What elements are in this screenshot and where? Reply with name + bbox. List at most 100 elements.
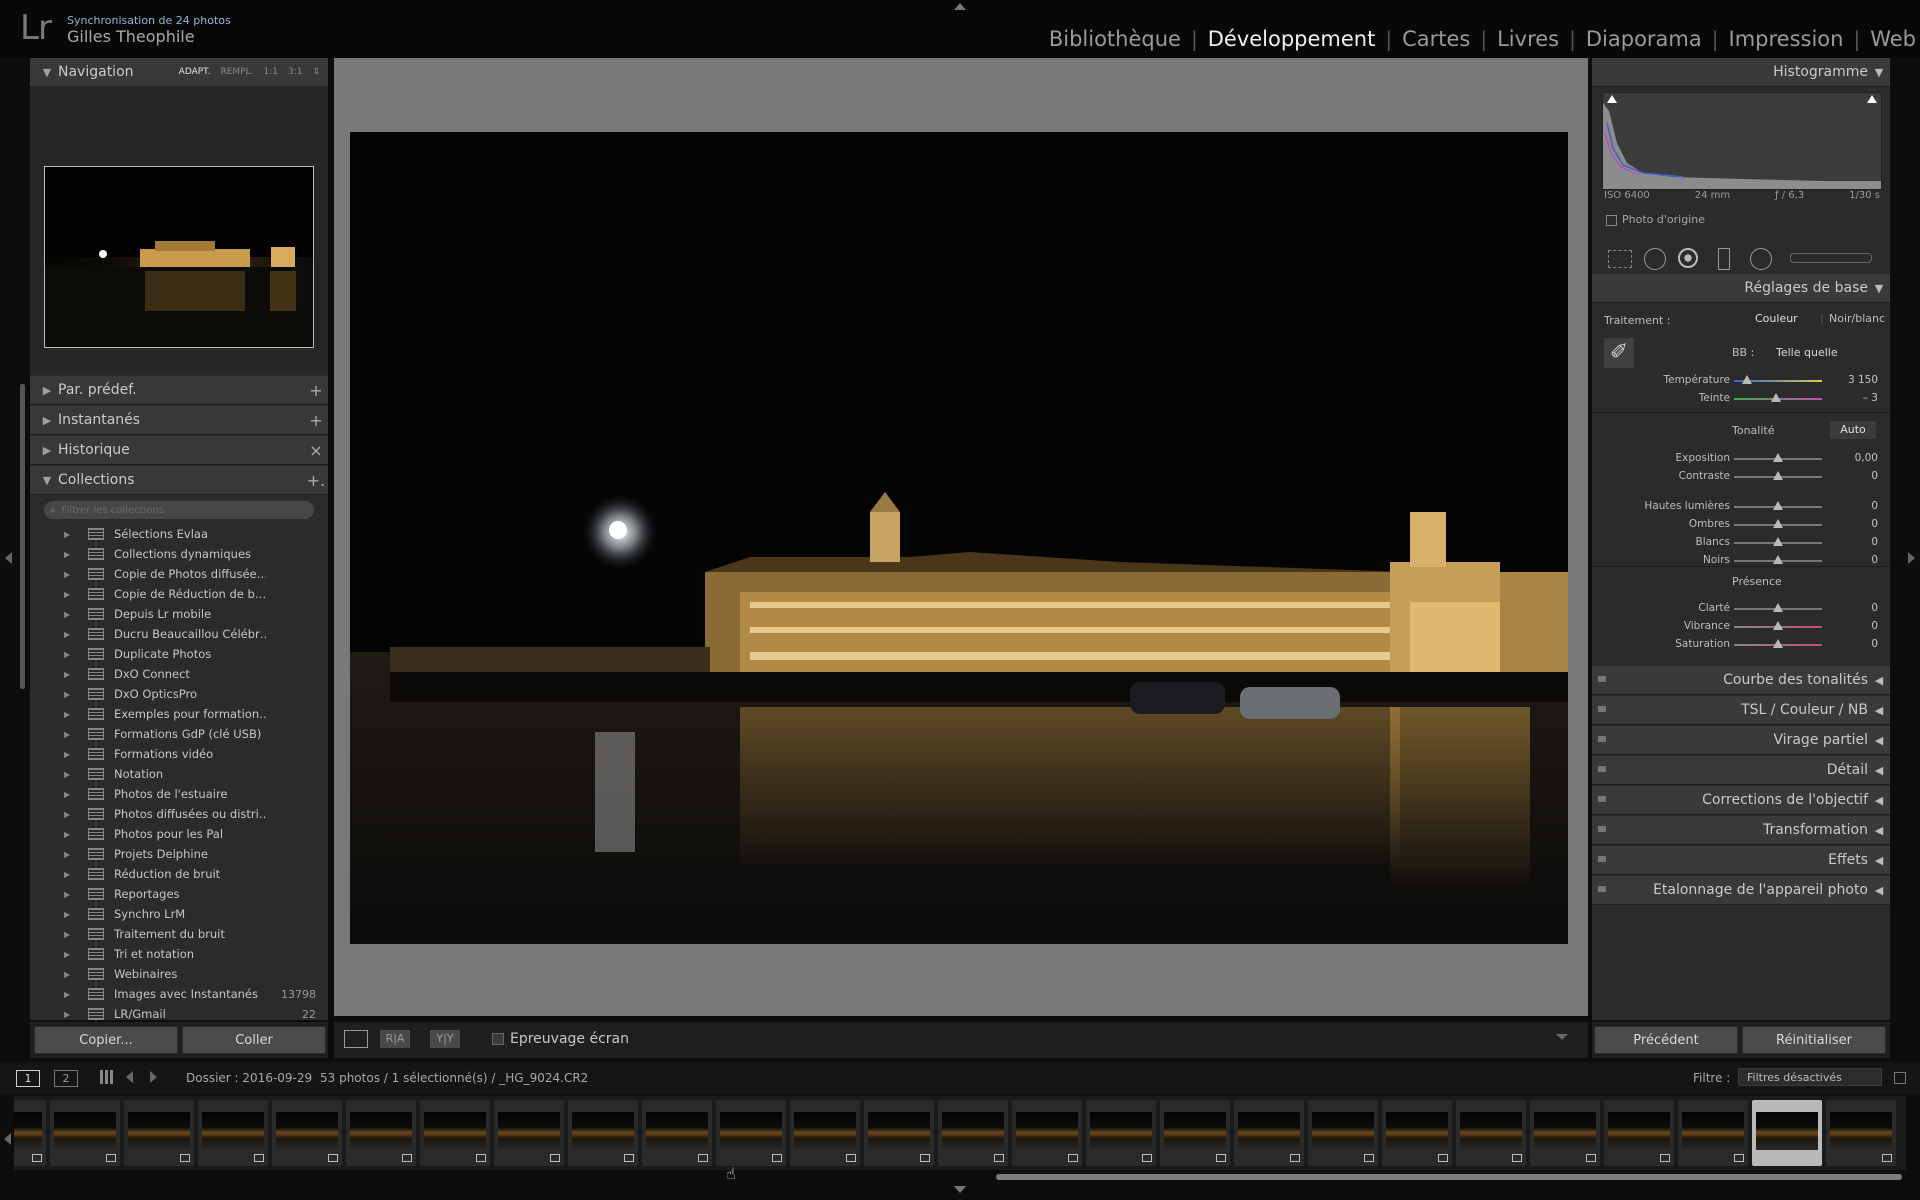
sync-status[interactable]: Synchronisation de 24 photos [67, 14, 231, 27]
collection-item[interactable]: ▶ Ducru Beaucaillou Célébr… [30, 624, 328, 644]
eyedropper-icon[interactable]: ✐ [1604, 338, 1634, 368]
treatment-color-option[interactable]: Couleur [1755, 312, 1798, 325]
histogram[interactable] [1602, 92, 1882, 190]
clear-history-icon[interactable]: × [304, 441, 328, 460]
panel-header[interactable]: TSL / Couleur / NB ◀ [1592, 696, 1890, 725]
expand-arrow-icon[interactable]: ▶ [64, 950, 74, 959]
collection-item[interactable]: ▶ Réduction de bruit [30, 864, 328, 884]
expand-arrow-icon[interactable]: ▶ [64, 710, 74, 719]
main-photo[interactable] [350, 132, 1568, 944]
slider-knob[interactable] [1773, 453, 1783, 462]
expand-arrow-icon[interactable]: ◀ [1868, 854, 1890, 867]
collection-item[interactable]: ▶ Images avec Instantanés 13798 [30, 984, 328, 1004]
basic-header[interactable]: Réglages de base ▼ [1592, 274, 1890, 303]
red-eye-icon[interactable] [1678, 248, 1698, 268]
spot-removal-icon[interactable] [1644, 248, 1666, 270]
slider-knob[interactable] [1773, 555, 1783, 564]
filmstrip-thumb[interactable] [50, 1100, 120, 1166]
slider-knob[interactable] [1773, 471, 1783, 480]
expand-arrow-icon[interactable]: ▶ [64, 970, 74, 979]
filmstrip-thumb[interactable] [1160, 1100, 1230, 1166]
folder-label[interactable]: Dossier : 2016-09-29 [186, 1071, 312, 1085]
slider-value[interactable]: 0 [1828, 602, 1878, 614]
zoom-1-1[interactable]: 1:1 [263, 67, 277, 77]
slider-knob[interactable] [1773, 639, 1783, 648]
window-1-button[interactable]: 1 [16, 1070, 40, 1087]
add-collection-icon[interactable]: +. [304, 471, 328, 490]
filmstrip-thumb[interactable] [494, 1100, 564, 1166]
panel-switch-icon[interactable] [1598, 676, 1606, 682]
slider-knob[interactable] [1773, 603, 1783, 612]
slider-knob[interactable] [1742, 375, 1753, 384]
forward-icon[interactable] [150, 1071, 157, 1083]
expand-arrow-icon[interactable]: ▶ [64, 550, 74, 559]
collections-header[interactable]: ▼ Collections +. [30, 466, 328, 495]
slider-value[interactable]: – 3 [1828, 392, 1878, 404]
filmstrip-thumb[interactable] [1382, 1100, 1452, 1166]
filmstrip-thumb[interactable] [272, 1100, 342, 1166]
expand-arrow-icon[interactable]: ◀ [1868, 794, 1890, 807]
expand-arrow-icon[interactable]: ▶ [64, 890, 74, 899]
collection-item[interactable]: ▶ Photos pour les Pal [30, 824, 328, 844]
filmstrip-thumb[interactable] [1086, 1100, 1156, 1166]
filter-select[interactable]: Filtres désactivés [1738, 1068, 1882, 1086]
expand-arrow-icon[interactable]: ▶ [64, 650, 74, 659]
expand-arrow-icon[interactable]: ◀ [1868, 884, 1890, 897]
panel-switch-icon[interactable] [1598, 766, 1606, 772]
collapse-arrow-icon[interactable]: ▼ [1868, 282, 1890, 295]
module-library[interactable]: Bibliothèque [1039, 27, 1191, 51]
expand-arrow-icon[interactable]: ▶ [64, 930, 74, 939]
collection-item[interactable]: ▶ Notation [30, 764, 328, 784]
filmstrip-scrollbar[interactable] [996, 1174, 1902, 1180]
filmstrip-thumb[interactable] [1678, 1100, 1748, 1166]
left-panel-toggle-icon[interactable] [5, 552, 12, 564]
module-web[interactable]: Web [1860, 27, 1916, 51]
slider-knob[interactable] [1771, 393, 1782, 402]
module-develop[interactable]: Développement [1198, 27, 1386, 51]
slider-value[interactable]: 0,00 [1828, 452, 1878, 464]
filmstrip-thumb[interactable] [1012, 1100, 1082, 1166]
expand-arrow-icon[interactable]: ◀ [1868, 704, 1890, 717]
panel-switch-icon[interactable] [1598, 796, 1606, 802]
slider-value[interactable]: 0 [1828, 620, 1878, 632]
treatment-bw-option[interactable]: Noir/blanc [1819, 312, 1885, 325]
expand-arrow-icon[interactable]: ▶ [36, 384, 58, 397]
collection-item[interactable]: ▶ Projets Delphine [30, 844, 328, 864]
zoom-dropdown-icon[interactable]: ⇕ [312, 67, 320, 77]
slider-knob[interactable] [1773, 501, 1783, 510]
collection-item[interactable]: ▶ DxO Connect [30, 664, 328, 684]
slider-knob[interactable] [1773, 537, 1783, 546]
collection-item[interactable]: ▶ Formations GdP (clé USB) [30, 724, 328, 744]
filmstrip-thumb[interactable] [198, 1100, 268, 1166]
presets-header[interactable]: ▶ Par. prédef. + [30, 376, 328, 405]
panel-header[interactable]: Courbe des tonalités ◀ [1592, 666, 1890, 695]
collection-item[interactable]: ▶ Synchro LrM [30, 904, 328, 924]
collection-item[interactable]: ▶ Sélections Evlaa [30, 524, 328, 544]
filmstrip-thumb[interactable] [346, 1100, 416, 1166]
navigation-header[interactable]: ▼ Navigation ADAPT. REMPL. 1:1 3:1 ⇕ [30, 58, 328, 87]
panel-switch-icon[interactable] [1598, 886, 1606, 892]
expand-arrow-icon[interactable]: ▶ [64, 570, 74, 579]
previous-button[interactable]: Précédent [1594, 1026, 1738, 1054]
collections-search-input[interactable]: ⌕ Filtrer les collections [44, 501, 314, 519]
loupe-view-icon[interactable] [344, 1030, 368, 1048]
expand-arrow-icon[interactable]: ▶ [36, 414, 58, 427]
expand-arrow-icon[interactable]: ▶ [64, 830, 74, 839]
zoom-3-1[interactable]: 3:1 [288, 67, 302, 77]
window-2-button[interactable]: 2 [54, 1070, 78, 1087]
snapshots-header[interactable]: ▶ Instantanés + [30, 406, 328, 435]
expand-arrow-icon[interactable]: ▶ [64, 870, 74, 879]
collection-item[interactable]: ▶ Duplicate Photos [30, 644, 328, 664]
collection-item[interactable]: ▶ Tri et notation [30, 944, 328, 964]
add-preset-icon[interactable]: + [304, 381, 328, 400]
expand-arrow-icon[interactable]: ◀ [1868, 734, 1890, 747]
left-panel-scrollbar[interactable] [20, 384, 25, 689]
slider-value[interactable]: 0 [1828, 518, 1878, 530]
collection-item[interactable]: ▶ Exemples pour formation… [30, 704, 328, 724]
crop-tool-icon[interactable] [1608, 250, 1632, 268]
collection-item[interactable]: ▶ Webinaires [30, 964, 328, 984]
filmstrip-thumb[interactable] [1604, 1100, 1674, 1166]
collection-item[interactable]: ▶ DxO OpticsPro [30, 684, 328, 704]
before-after-icon[interactable]: R|A [380, 1030, 410, 1048]
panel-header[interactable]: Transformation ◀ [1592, 816, 1890, 845]
